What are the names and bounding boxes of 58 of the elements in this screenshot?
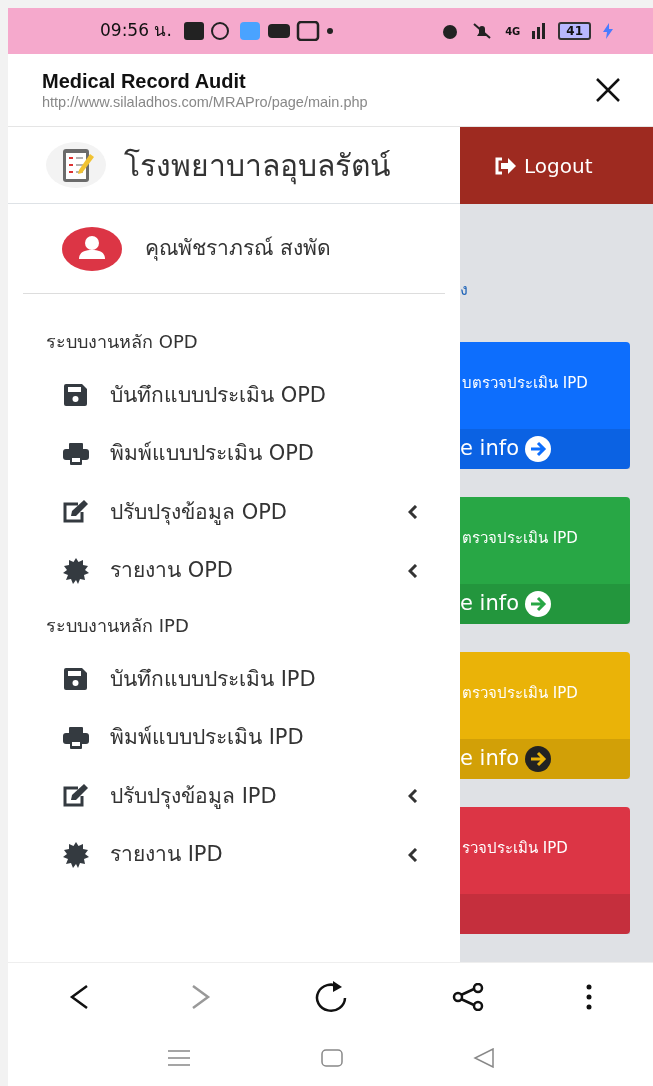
menu-item[interactable]: พิมพ์แบบประเมิน OPD (8, 424, 460, 483)
share-icon (451, 982, 484, 1011)
forward-icon (191, 983, 212, 1010)
forward-button[interactable] (191, 983, 212, 1010)
menu-item[interactable]: ปรับปรุงข้อมูล OPD (8, 483, 460, 542)
menu-section-header: ระบบงานหลัก OPD (45, 329, 199, 354)
heading-text: ง (460, 279, 468, 301)
battery-level: 41 (558, 22, 591, 40)
signal-icon (532, 23, 547, 39)
alarm-icon (441, 22, 460, 40)
more-icon (585, 983, 592, 1010)
arrow-circle-right-icon (525, 591, 551, 617)
menu-item[interactable]: บันทึกแบบประเมิน OPD (8, 366, 460, 425)
edit-icon (62, 500, 90, 525)
user-name: คุณพัชราภรณ์ สงพัด (145, 234, 331, 263)
clipboard-logo-icon (46, 142, 106, 188)
chevron-left-icon (408, 505, 418, 520)
charging-icon (603, 23, 613, 39)
card-title: ตรวจประเมิน IPD (461, 528, 579, 549)
hospital-name: โรงพยาบาลอุบลรัตน์ (124, 146, 391, 187)
sign-out-icon (494, 156, 516, 175)
printer-icon (63, 442, 89, 465)
network-type: 4G (505, 24, 521, 39)
arrow-circle-right-icon (525, 746, 551, 772)
edit-icon (62, 784, 90, 809)
card-title: บตรวจประเมิน IPD (461, 373, 589, 394)
chevron-left-icon (408, 789, 418, 804)
menu-button[interactable] (585, 983, 592, 1010)
square-icon (320, 1049, 343, 1067)
menu-item[interactable]: รายงาน IPD (8, 825, 460, 884)
back-icon (69, 983, 90, 1010)
status-time: 09:56 น. (100, 19, 172, 43)
close-icon (595, 77, 621, 103)
chevron-left-icon (408, 563, 418, 578)
card-title: รวจประเมิน IPD (461, 838, 569, 859)
share-button[interactable] (451, 982, 484, 1011)
printer-icon (63, 726, 89, 749)
menu-section-header: ระบบงานหลัก IPD (45, 613, 190, 638)
page-title: Medical Record Audit (42, 69, 247, 93)
card-title: ตรวจประเมิน IPD (461, 683, 579, 704)
menu-item[interactable]: พิมพ์แบบประเมิน IPD (8, 708, 460, 767)
chevron-left-icon (408, 847, 418, 862)
menu-item[interactable]: ปรับปรุงข้อมูล IPD (8, 767, 460, 826)
logout-button[interactable]: Logout (460, 127, 653, 204)
badge-icon (63, 841, 89, 868)
user-avatar-icon (61, 225, 123, 272)
page-url: http://www.silaladhos.com/MRAPro/page/main.php (42, 93, 369, 111)
more-info-link[interactable]: e info (460, 429, 630, 469)
arrow-circle-right-icon (525, 436, 551, 462)
more-info-link[interactable]: e info (460, 584, 630, 624)
badge-icon (63, 557, 89, 584)
back-nav-button[interactable] (472, 1048, 495, 1068)
menu-item[interactable]: บันทึกแบบประเมิน IPD (8, 650, 460, 709)
menu-item[interactable]: รายงาน OPD (8, 541, 460, 600)
back-button[interactable] (69, 983, 90, 1010)
triangle-icon (472, 1048, 495, 1068)
home-button[interactable] (320, 1049, 343, 1067)
menu-icon (166, 1049, 191, 1067)
